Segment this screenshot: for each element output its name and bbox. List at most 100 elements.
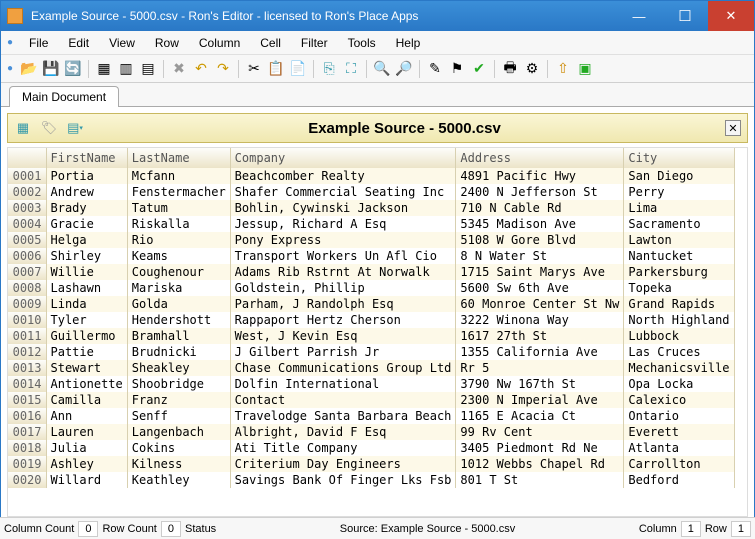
cell-lastname[interactable]: Langenbach	[127, 424, 230, 440]
cell-lastname[interactable]: Franz	[127, 392, 230, 408]
table-row[interactable]: 0011GuillermoBramhallWest, J Kevin Esq16…	[8, 328, 734, 344]
row-number[interactable]: 0016	[8, 408, 46, 424]
table-row[interactable]: 0017LaurenLangenbachAlbright, David F Es…	[8, 424, 734, 440]
cell-address[interactable]: 3790 Nw 167th St	[456, 376, 624, 392]
cell-company[interactable]: Adams Rib Rstrnt At Norwalk	[230, 264, 456, 280]
row-number[interactable]: 0011	[8, 328, 46, 344]
cell-city[interactable]: Everett	[624, 424, 734, 440]
cell-company[interactable]: J Gilbert Parrish Jr	[230, 344, 456, 360]
cell-city[interactable]: Sacramento	[624, 216, 734, 232]
cell-lastname[interactable]: Kilness	[127, 456, 230, 472]
cell-city[interactable]: Lubbock	[624, 328, 734, 344]
cell-address[interactable]: 60 Monroe Center St Nw	[456, 296, 624, 312]
row-number[interactable]: 0013	[8, 360, 46, 376]
cell-address[interactable]: 710 N Cable Rd	[456, 200, 624, 216]
menu-filter[interactable]: Filter	[291, 33, 338, 53]
cell-city[interactable]: Lima	[624, 200, 734, 216]
export-icon[interactable]: ⇧	[553, 59, 573, 79]
menu-cell[interactable]: Cell	[250, 33, 291, 53]
cell-firstname[interactable]: Lashawn	[46, 280, 127, 296]
table-row[interactable]: 0019AshleyKilnessCriterium Day Engineers…	[8, 456, 734, 472]
redo-icon[interactable]: ↷	[213, 59, 233, 79]
cell-address[interactable]: 1715 Saint Marys Ave	[456, 264, 624, 280]
undo-icon[interactable]: ↶	[191, 59, 211, 79]
minimize-button[interactable]: —	[616, 1, 662, 31]
maximize-button[interactable]: ☐	[662, 1, 708, 31]
cell-address[interactable]: 5345 Madison Ave	[456, 216, 624, 232]
cell-city[interactable]: Mechanicsville	[624, 360, 734, 376]
column-header-firstname[interactable]: FirstName	[46, 148, 127, 168]
cut-icon[interactable]: ✂	[244, 59, 264, 79]
row-number-header[interactable]	[8, 148, 46, 168]
row-number[interactable]: 0002	[8, 184, 46, 200]
paste-icon[interactable]: 📄	[288, 59, 308, 79]
refresh-icon[interactable]: 🔄	[63, 59, 83, 79]
cell-lastname[interactable]: Mariska	[127, 280, 230, 296]
cell-company[interactable]: West, J Kevin Esq	[230, 328, 456, 344]
cell-firstname[interactable]: Gracie	[46, 216, 127, 232]
table-row[interactable]: 0013StewartSheakleyChase Communications …	[8, 360, 734, 376]
cell-lastname[interactable]: Riskalla	[127, 216, 230, 232]
table-row[interactable]: 0002AndrewFenstermacherShafer Commercial…	[8, 184, 734, 200]
cell-lastname[interactable]: Brudnicki	[127, 344, 230, 360]
close-button[interactable]: ✕	[708, 1, 754, 31]
zoom-in-icon[interactable]: 🔍	[372, 59, 392, 79]
cell-firstname[interactable]: Ashley	[46, 456, 127, 472]
cell-city[interactable]: Las Cruces	[624, 344, 734, 360]
cell-lastname[interactable]: Shoobridge	[127, 376, 230, 392]
row-number[interactable]: 0007	[8, 264, 46, 280]
row-number[interactable]: 0001	[8, 168, 46, 184]
flag-icon[interactable]: ⚑	[447, 59, 467, 79]
menu-help[interactable]: Help	[386, 33, 431, 53]
cell-address[interactable]: 1355 California Ave	[456, 344, 624, 360]
cell-city[interactable]: Parkersburg	[624, 264, 734, 280]
column-header-city[interactable]: City	[624, 148, 734, 168]
cell-company[interactable]: Transport Workers Un Afl Cio	[230, 248, 456, 264]
banner-close-button[interactable]: ✕	[725, 120, 741, 136]
cell-address[interactable]: 2300 N Imperial Ave	[456, 392, 624, 408]
cell-lastname[interactable]: Hendershott	[127, 312, 230, 328]
print-icon[interactable]: 🖶	[500, 59, 520, 79]
cell-address[interactable]: 801 T St	[456, 472, 624, 488]
row-number[interactable]: 0006	[8, 248, 46, 264]
cell-firstname[interactable]: Ann	[46, 408, 127, 424]
edit-icon[interactable]: ✎	[425, 59, 445, 79]
menu-row[interactable]: Row	[145, 33, 189, 53]
cell-firstname[interactable]: Helga	[46, 232, 127, 248]
table-row[interactable]: 0016AnnSenffTravelodge Santa Barbara Bea…	[8, 408, 734, 424]
cell-lastname[interactable]: Bramhall	[127, 328, 230, 344]
banner-grid-icon[interactable]: ▤▾	[66, 120, 84, 136]
cell-company[interactable]: Pony Express	[230, 232, 456, 248]
table-row[interactable]: 0010TylerHendershottRappaport Hertz Cher…	[8, 312, 734, 328]
cell-company[interactable]: Contact	[230, 392, 456, 408]
banner-tag-icon[interactable]: 🏷	[40, 120, 58, 136]
cell-lastname[interactable]: Cokins	[127, 440, 230, 456]
cell-lastname[interactable]: Rio	[127, 232, 230, 248]
cell-firstname[interactable]: Shirley	[46, 248, 127, 264]
cell-city[interactable]: Perry	[624, 184, 734, 200]
table-row[interactable]: 0015CamillaFranzContact2300 N Imperial A…	[8, 392, 734, 408]
cell-address[interactable]: 1012 Webbs Chapel Rd	[456, 456, 624, 472]
cell-city[interactable]: Ontario	[624, 408, 734, 424]
cell-city[interactable]: Bedford	[624, 472, 734, 488]
row-number[interactable]: 0014	[8, 376, 46, 392]
cell-company[interactable]: Dolfin International	[230, 376, 456, 392]
row-number[interactable]: 0017	[8, 424, 46, 440]
cell-company[interactable]: Jessup, Richard A Esq	[230, 216, 456, 232]
cell-firstname[interactable]: Linda	[46, 296, 127, 312]
cell-firstname[interactable]: Portia	[46, 168, 127, 184]
cell-address[interactable]: 3222 Winona Way	[456, 312, 624, 328]
menu-tools[interactable]: Tools	[338, 33, 386, 53]
tab-main-document[interactable]: Main Document	[9, 86, 119, 107]
table-row[interactable]: 0001PortiaMcfannBeachcomber Realty4891 P…	[8, 168, 734, 184]
delete-icon[interactable]: ✖	[169, 59, 189, 79]
cell-firstname[interactable]: Lauren	[46, 424, 127, 440]
cell-address[interactable]: Rr 5	[456, 360, 624, 376]
column-header-company[interactable]: Company	[230, 148, 456, 168]
cell-firstname[interactable]: Antionette	[46, 376, 127, 392]
table-row[interactable]: 0008LashawnMariskaGoldstein, Phillip5600…	[8, 280, 734, 296]
cell-company[interactable]: Savings Bank Of Finger Lks Fsb	[230, 472, 456, 488]
cell-firstname[interactable]: Tyler	[46, 312, 127, 328]
grid-icon[interactable]: ▤	[138, 59, 158, 79]
row-number[interactable]: 0015	[8, 392, 46, 408]
